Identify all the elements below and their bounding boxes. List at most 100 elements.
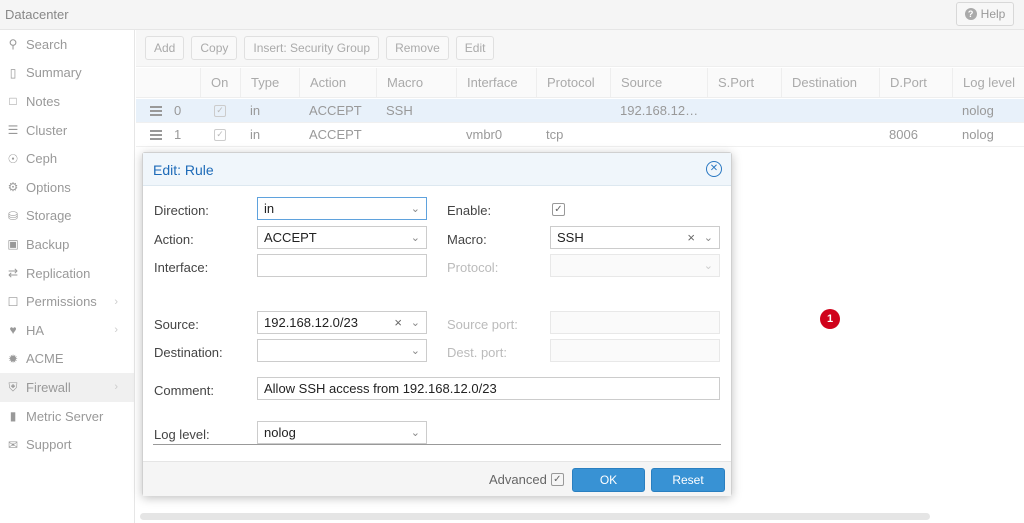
chevron-down-icon[interactable]: ⌄ [704, 259, 713, 272]
row-log-level: nolog [962, 127, 994, 142]
sidebar-item-metric-server[interactable]: ▮ Metric Server [0, 402, 134, 431]
row-macro: SSH [386, 103, 413, 118]
retweet-icon: ⇄ [7, 266, 19, 281]
row-index: 0 [174, 103, 182, 118]
advanced-checkbox[interactable]: ✓ [550, 473, 564, 486]
sidebar-item-search[interactable]: ⚲ Search [0, 30, 134, 59]
dialog-body: Direction: in ⌄ Action: ACCEPT ⌄ Interfa… [143, 186, 731, 461]
row-enabled-checkbox[interactable]: ✓ [204, 123, 226, 146]
comment-input[interactable]: Allow SSH access from 192.168.12.0/23 [257, 377, 720, 400]
sidebar-item-ha[interactable]: ♥ HA › [0, 316, 134, 345]
drag-handle-icon[interactable] [140, 123, 162, 146]
column-header-destination[interactable]: Destination [781, 68, 879, 97]
column-header-action[interactable]: Action [299, 68, 376, 97]
interface-input[interactable] [257, 254, 427, 277]
column-header-sport[interactable]: S.Port [707, 68, 781, 97]
action-select[interactable]: ACCEPT ⌄ [257, 226, 427, 249]
interface-label: Interface: [154, 260, 209, 275]
clear-icon[interactable]: × [687, 230, 695, 245]
enable-checkbox[interactable]: ✓ [552, 203, 565, 216]
source-value: 192.168.12.0/23 [264, 315, 358, 330]
column-header-macro[interactable]: Macro [376, 68, 456, 97]
sidebar-item-label: Search [26, 36, 68, 52]
sidebar-item-notes[interactable]: □ Notes [0, 87, 134, 116]
sidebar-item-label: Storage [26, 208, 72, 224]
close-icon[interactable]: ✕ [706, 161, 722, 177]
ceph-icon: ☉ [7, 151, 19, 166]
destination-select[interactable]: ⌄ [257, 339, 427, 362]
sidebar-item-label: Support [26, 437, 72, 453]
log-level-select[interactable]: nolog ⌄ [257, 421, 427, 444]
source-port-input[interactable] [550, 311, 720, 334]
breadcrumb-title: Datacenter [5, 7, 69, 22]
chevron-down-icon[interactable]: ⌄ [411, 316, 420, 329]
horizontal-scrollbar[interactable] [140, 513, 930, 520]
copy-button[interactable]: Copy [191, 36, 238, 60]
sidebar-item-label: Summary [26, 65, 82, 81]
sidebar-item-replication[interactable]: ⇄ Replication [0, 259, 134, 288]
add-button[interactable]: Add [145, 36, 185, 60]
enable-label: Enable: [447, 203, 492, 218]
ok-button[interactable]: OK [572, 468, 645, 492]
direction-select[interactable]: in ⌄ [257, 197, 427, 220]
sidebar-item-options[interactable]: ⚙ Options [0, 173, 134, 202]
sidebar-item-storage[interactable]: ⛁ Storage [0, 202, 134, 231]
sidebar-item-support[interactable]: ✉ Support [0, 430, 134, 459]
shield-icon: ⛨ [8, 379, 18, 394]
row-enabled-checkbox[interactable]: ✓ [204, 99, 226, 122]
macro-label: Macro: [447, 232, 487, 247]
source-select[interactable]: 192.168.12.0/23 × ⌄ [257, 311, 427, 334]
source-label: Source: [154, 317, 199, 332]
column-header-source[interactable]: Source [610, 68, 707, 97]
column-header-dport[interactable]: D.Port [879, 68, 952, 97]
chevron-down-icon[interactable]: ⌄ [411, 344, 420, 357]
heartbeat-icon: ♥ [9, 323, 17, 338]
chevron-down-icon[interactable]: ⌄ [704, 231, 713, 244]
row-interface: vmbr0 [466, 127, 503, 142]
column-header-interface[interactable]: Interface [456, 68, 536, 97]
sidebar-item-permissions[interactable]: ☐ Permissions › [0, 287, 134, 316]
column-header-type[interactable]: Type [240, 68, 299, 97]
protocol-select[interactable]: ⌄ [550, 254, 720, 277]
toolbar: Add Copy Insert: Security Group Remove E… [136, 30, 1024, 67]
column-header-protocol[interactable]: Protocol [536, 68, 610, 97]
table-row[interactable]: 1 ✓ in ACCEPT vmbr0 tcp 8006 nolog [136, 123, 1024, 147]
remove-button[interactable]: Remove [386, 36, 449, 60]
chevron-down-icon[interactable]: ⌄ [411, 426, 420, 439]
table-row[interactable]: 0 ✓ in ACCEPT SSH 192.168.12… nolog [136, 99, 1024, 123]
advanced-label: Advanced [489, 472, 547, 487]
sidebar-item-ceph[interactable]: ☉ Ceph [0, 144, 134, 173]
column-header-log-level[interactable]: Log level [952, 68, 1024, 97]
notes-icon: □ [9, 94, 17, 109]
clear-icon[interactable]: × [394, 315, 402, 330]
row-dport [879, 99, 889, 122]
dest-port-input[interactable] [550, 339, 720, 362]
macro-value: SSH [557, 230, 584, 245]
column-header-on[interactable]: On [200, 68, 240, 97]
sidebar-item-cluster[interactable]: ☰ Cluster [0, 116, 134, 145]
database-icon: ⛁ [7, 208, 19, 223]
dialog-header: Edit: Rule ✕ [143, 153, 731, 186]
drag-handle-icon[interactable] [140, 99, 162, 122]
destination-label: Destination: [154, 345, 223, 360]
sidebar-item-backup[interactable]: ▣ Backup [0, 230, 134, 259]
sidebar-item-label: Ceph [26, 151, 58, 167]
insert-security-group-button[interactable]: Insert: Security Group [244, 36, 380, 60]
row-log-level: nolog [962, 103, 994, 118]
help-button[interactable]: ? Help [956, 2, 1014, 26]
advanced-toggle[interactable]: Advanced ✓ [489, 472, 564, 487]
source-port-label: Source port: [447, 317, 518, 332]
sidebar-item-label: Options [26, 179, 71, 195]
dest-port-label: Dest. port: [447, 345, 507, 360]
sidebar-item-label: Permissions [26, 294, 97, 310]
edit-button[interactable]: Edit [455, 36, 495, 60]
chevron-down-icon[interactable]: ⌄ [411, 202, 420, 215]
protocol-label: Protocol: [447, 260, 499, 275]
sidebar-item-firewall[interactable]: ⛨ Firewall › [0, 373, 134, 402]
sidebar-item-summary[interactable]: ▯ Summary [0, 59, 134, 88]
reset-button[interactable]: Reset [651, 468, 725, 492]
bar-chart-icon: ▮ [9, 409, 17, 424]
sidebar-item-acme[interactable]: ✹ ACME [0, 345, 134, 374]
chevron-down-icon[interactable]: ⌄ [411, 231, 420, 244]
macro-select[interactable]: SSH × ⌄ [550, 226, 720, 249]
